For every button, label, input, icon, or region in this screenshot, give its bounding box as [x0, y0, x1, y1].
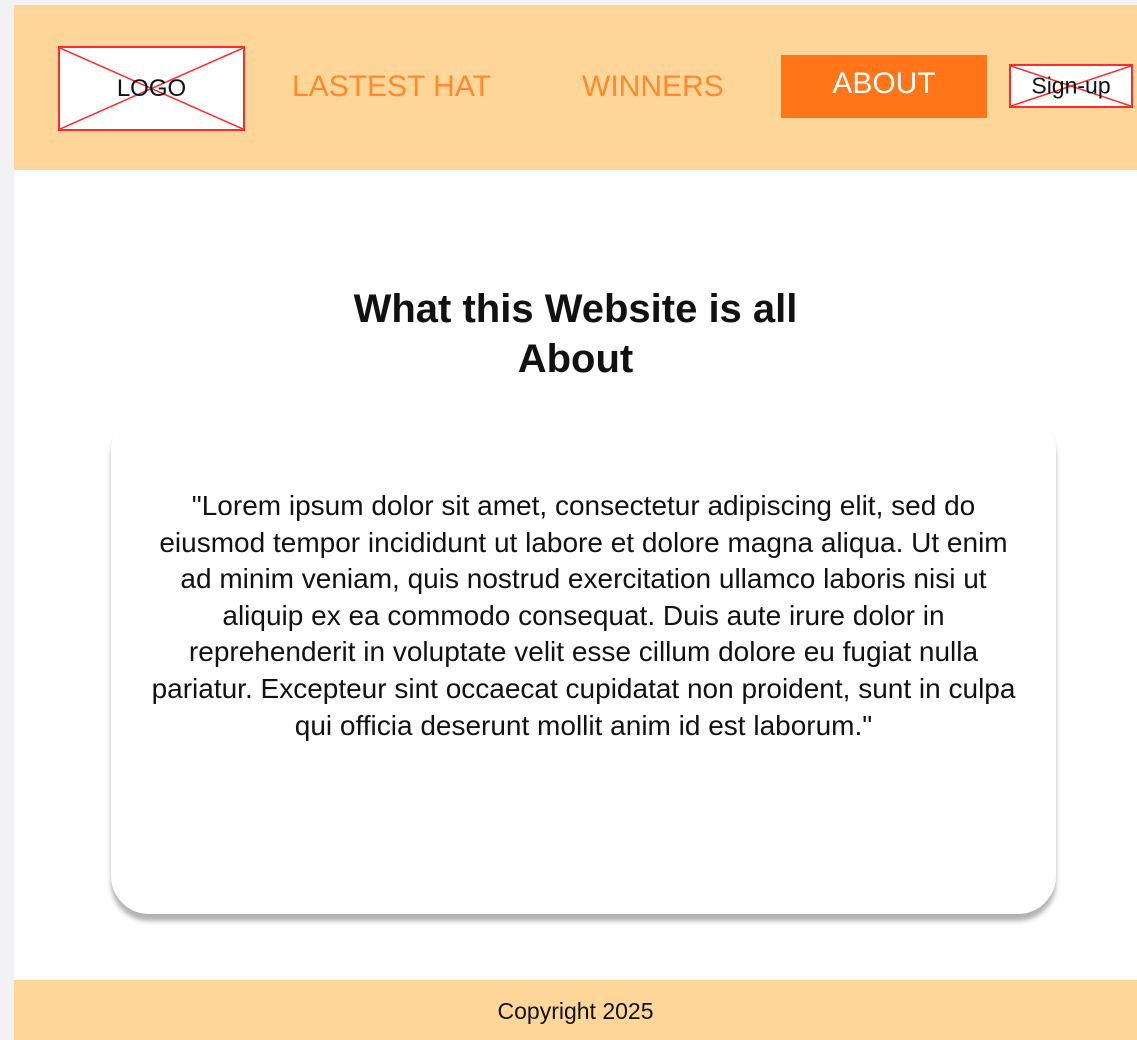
logo-placeholder[interactable]: LOGO: [58, 46, 245, 131]
page-title-line-2: About: [517, 336, 634, 381]
site-header: LOGO LASTEST HAT WINNERS ABOUT Sign-up: [14, 5, 1137, 170]
page-frame: LOGO LASTEST HAT WINNERS ABOUT Sign-up W…: [14, 5, 1137, 1040]
site-footer: Copyright 2025: [14, 980, 1137, 1040]
copyright-text: Copyright 2025: [497, 998, 654, 1024]
nav-link-about[interactable]: ABOUT: [781, 55, 987, 118]
page-title-line-1: What this Website is all: [353, 286, 798, 331]
nav-link-winners[interactable]: WINNERS: [582, 67, 724, 107]
about-quote-text: "Lorem ipsum dolor sit amet, consectetur…: [151, 490, 1016, 741]
signup-button[interactable]: Sign-up: [1009, 64, 1133, 108]
page-title: What this Website is all About: [14, 284, 1137, 384]
logo-label: LOGO: [116, 74, 187, 102]
nav-link-latest-hat[interactable]: LASTEST HAT: [292, 67, 491, 107]
signup-label: Sign-up: [1031, 72, 1111, 99]
about-card: "Lorem ipsum dolor sit amet, consectetur…: [111, 412, 1056, 914]
